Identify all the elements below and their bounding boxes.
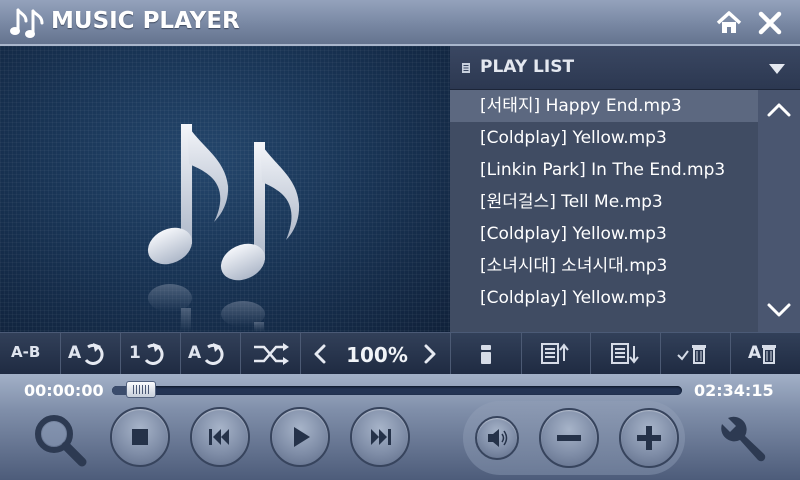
volume-up-button[interactable] bbox=[619, 408, 679, 468]
playlist-header: PLAY LIST bbox=[450, 46, 800, 90]
scroll-up-icon[interactable] bbox=[766, 100, 792, 118]
play-icon bbox=[294, 427, 310, 447]
seek-thumb[interactable] bbox=[125, 381, 156, 398]
repeat-icon bbox=[144, 343, 164, 365]
speed-up-icon[interactable] bbox=[422, 344, 438, 364]
speed-control: 100% bbox=[300, 333, 450, 374]
repeat-icon bbox=[84, 343, 104, 365]
previous-icon bbox=[209, 429, 229, 445]
music-notes-icon bbox=[147, 124, 300, 332]
trash-icon bbox=[762, 345, 776, 364]
stop-button[interactable] bbox=[110, 407, 170, 467]
shuffle-button[interactable] bbox=[240, 333, 301, 374]
playlist-item[interactable]: [서태지] Happy End.mp3 bbox=[450, 90, 758, 122]
control-strip: A-B A 1 A 100% A bbox=[0, 332, 800, 374]
remove-item-button[interactable] bbox=[450, 333, 522, 374]
delete-checked-icon bbox=[677, 345, 706, 364]
transport-panel: 00:00:00 02:34:15 bbox=[0, 374, 800, 480]
playlist-item[interactable]: [원더걸스] Tell Me.mp3 bbox=[450, 186, 758, 218]
playlist-item[interactable]: [Linkin Park] In The End.mp3 bbox=[450, 154, 758, 186]
playlist-item[interactable]: [소녀시대] 소녀시대.mp3 bbox=[450, 250, 758, 282]
playlist-item[interactable]: [Coldplay] Yellow.mp3 bbox=[450, 218, 758, 250]
elapsed-time: 00:00:00 bbox=[24, 381, 104, 400]
move-down-icon bbox=[611, 343, 639, 364]
delete-all-button[interactable]: A bbox=[730, 333, 800, 374]
total-time: 02:34:15 bbox=[694, 381, 774, 400]
home-icon[interactable] bbox=[714, 8, 744, 38]
playlist-panel: PLAY LIST [서태지] Happy End.mp3 [Coldplay]… bbox=[450, 46, 800, 332]
playlist-title: PLAY LIST bbox=[480, 57, 575, 77]
repeat-all-button[interactable]: A bbox=[60, 333, 121, 374]
playlist-item[interactable]: [Coldplay] Yellow.mp3 bbox=[450, 282, 758, 314]
move-up-button[interactable] bbox=[520, 333, 591, 374]
music-player-window: MUSIC PLAYER PLAY LIST [서태지] Happy End.m… bbox=[0, 0, 800, 480]
move-down-button[interactable] bbox=[590, 333, 661, 374]
repeat-one-button[interactable]: 1 bbox=[120, 333, 181, 374]
title-bar: MUSIC PLAYER bbox=[0, 0, 800, 46]
play-button[interactable] bbox=[270, 407, 330, 467]
close-icon[interactable] bbox=[755, 8, 785, 38]
next-icon bbox=[371, 429, 391, 445]
speed-down-icon[interactable] bbox=[312, 344, 328, 364]
stop-icon bbox=[132, 429, 148, 445]
repeat-all-list-button[interactable]: A bbox=[180, 333, 241, 374]
playlist-item[interactable]: [Coldplay] Yellow.mp3 bbox=[450, 122, 758, 154]
volume-panel bbox=[463, 401, 685, 475]
playlist-list: [서태지] Happy End.mp3 [Coldplay] Yellow.mp… bbox=[450, 90, 758, 332]
wrench-icon[interactable] bbox=[712, 410, 772, 470]
dropdown-arrow-icon[interactable] bbox=[769, 64, 785, 74]
music-notes-icon bbox=[10, 8, 44, 38]
plus-icon bbox=[637, 426, 661, 450]
document-icon bbox=[462, 63, 470, 73]
speed-value: 100% bbox=[346, 343, 408, 367]
volume-down-button[interactable] bbox=[539, 408, 599, 468]
next-button[interactable] bbox=[350, 407, 410, 467]
speaker-icon bbox=[488, 429, 508, 447]
seek-bar[interactable] bbox=[112, 381, 682, 398]
previous-button[interactable] bbox=[190, 407, 250, 467]
move-up-icon bbox=[541, 343, 569, 364]
app-title: MUSIC PLAYER bbox=[51, 8, 240, 34]
delete-checked-button[interactable] bbox=[660, 333, 731, 374]
playlist-scrollbar[interactable] bbox=[758, 90, 800, 332]
repeat-icon bbox=[204, 343, 224, 365]
ab-repeat-label: A-B bbox=[11, 343, 41, 361]
remove-icon bbox=[481, 345, 491, 364]
mute-button[interactable] bbox=[475, 416, 519, 460]
ab-repeat-button[interactable]: A-B bbox=[0, 333, 61, 374]
shuffle-icon bbox=[254, 343, 289, 365]
album-art-panel bbox=[0, 46, 450, 332]
minus-icon bbox=[557, 435, 581, 441]
scroll-down-icon[interactable] bbox=[766, 302, 792, 320]
search-icon[interactable] bbox=[30, 410, 90, 470]
